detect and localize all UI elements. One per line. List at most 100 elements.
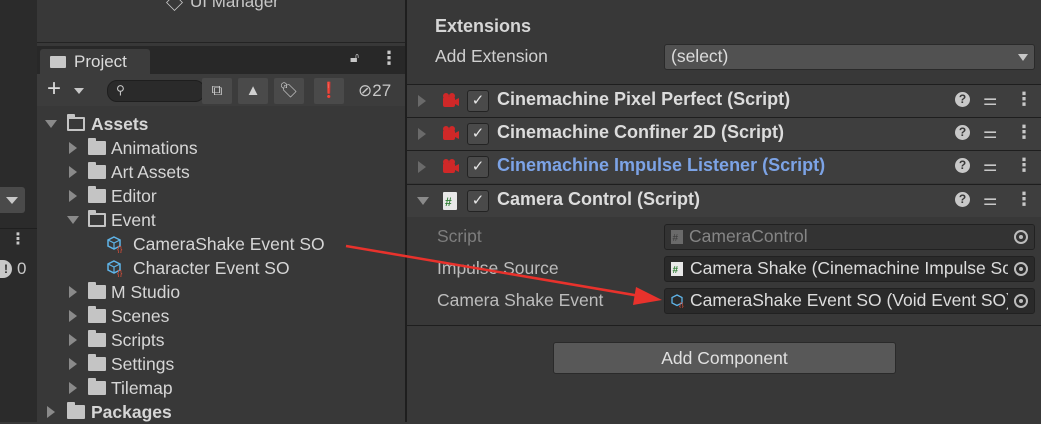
kebab-menu-icon[interactable]: ⋮ (10, 232, 26, 248)
svg-text:#: # (673, 265, 679, 276)
help-icon[interactable]: ? (955, 125, 970, 140)
lock-icon[interactable]: 🔓︎ (350, 49, 359, 66)
warning-filter-icon[interactable]: ❗ (314, 78, 344, 104)
object-picker-icon[interactable] (1008, 257, 1034, 281)
script-value: CameraControl (689, 226, 808, 246)
left-edge-panel: ⋮ ! 0 (0, 0, 37, 422)
component-title: Cinemachine Confiner 2D (Script) (497, 122, 785, 142)
collapse-arrow-icon[interactable] (69, 286, 77, 298)
component-header-confiner-2d[interactable]: ✓ Cinemachine Confiner 2D (Script) ? ⚌ ⋮ (407, 117, 1041, 150)
folder-icon (88, 162, 106, 179)
collapse-arrow-icon[interactable] (69, 334, 77, 346)
enabled-checkbox[interactable]: ✓ (467, 190, 489, 212)
divider (407, 325, 1041, 326)
hierarchy-item-ui-manager[interactable]: UI Manager (166, 0, 279, 12)
collapse-arrow-icon[interactable] (69, 382, 77, 394)
folder-icon (88, 138, 106, 155)
impulse-source-value: Camera Shake (Cinemachine Impulse Source… (690, 258, 1035, 278)
impulse-source-field[interactable]: # Camera Shake (Cinemachine Impulse Sour… (664, 256, 1035, 282)
collapse-arrow-icon[interactable] (69, 310, 77, 322)
dropdown-button[interactable] (0, 187, 25, 213)
component-title: Cinemachine Pixel Perfect (Script) (497, 89, 791, 109)
foldout-arrow-icon[interactable] (418, 128, 426, 140)
expand-arrow-icon[interactable] (67, 216, 79, 224)
script-label: Script (437, 226, 482, 246)
script-field: # CameraControl (664, 224, 1035, 250)
kebab-menu-icon[interactable]: ⋮ (380, 48, 398, 69)
folder-icon (88, 282, 106, 299)
component-header-impulse-listener[interactable]: ✓ Cinemachine Impulse Listener (Script) … (407, 150, 1041, 183)
kebab-menu-icon[interactable]: ⋮ (1015, 122, 1033, 143)
component-title: Cinemachine Impulse Listener (Script) (497, 155, 826, 175)
collapse-arrow-icon[interactable] (69, 358, 77, 370)
impulse-source-label: Impulse Source (437, 258, 559, 278)
hierarchy-panel: UI Manager (37, 0, 405, 43)
chevron-down-icon (1018, 54, 1028, 61)
tab-label: Project (74, 52, 127, 71)
cinemachine-camera-icon (443, 126, 459, 140)
gameobject-cube-icon (166, 0, 183, 12)
cinemachine-camera-icon (443, 93, 459, 107)
scriptable-object-icon: {} (107, 260, 123, 277)
folder-open-icon (88, 210, 106, 227)
scriptable-object-icon: {} (671, 294, 684, 308)
collapse-arrow-icon[interactable] (69, 166, 77, 178)
expand-arrow-icon[interactable] (45, 120, 57, 128)
kebab-menu-icon[interactable]: ⋮ (1015, 89, 1033, 110)
collapse-arrow-icon[interactable] (69, 142, 77, 154)
presets-icon[interactable]: ⚌ (983, 123, 997, 143)
help-icon[interactable]: ? (955, 92, 970, 107)
svg-text:#: # (445, 195, 452, 209)
folder-open-icon (67, 114, 85, 131)
presets-icon[interactable]: ⚌ (983, 156, 997, 176)
kebab-menu-icon[interactable]: ⋮ (1015, 189, 1033, 210)
cinemachine-camera-icon (443, 159, 459, 173)
component-header-pixel-perfect[interactable]: ✓ Cinemachine Pixel Perfect (Script) ? ⚌… (407, 84, 1041, 117)
csharp-script-icon: # (671, 230, 683, 244)
filter-by-label-icon[interactable]: 🏷︎ (274, 78, 304, 104)
search-by-type-button[interactable]: ⧉ (202, 78, 232, 104)
foldout-arrow-icon[interactable] (418, 161, 426, 173)
chevron-down-icon (74, 88, 84, 94)
extensions-heading: Extensions (435, 16, 532, 36)
presets-icon[interactable]: ⚌ (983, 190, 997, 210)
folder-icon (88, 378, 106, 395)
presets-icon[interactable]: ⚌ (983, 90, 997, 110)
camera-shake-event-field[interactable]: {} CameraShake Event SO (Void Event SO) (664, 288, 1035, 314)
help-icon[interactable]: ? (955, 158, 970, 173)
svg-text:{}: {} (679, 303, 684, 308)
create-add-button[interactable]: + (47, 77, 89, 102)
add-component-button[interactable]: Add Component (553, 342, 896, 374)
filter-by-type-icon[interactable]: ▲ (238, 78, 268, 104)
search-icon: ⚲ (116, 83, 125, 97)
warning-icon: ! (0, 260, 12, 278)
folder-icon (67, 402, 85, 419)
component-header-camera-control[interactable]: # ✓ Camera Control (Script) ? ⚌ ⋮ (407, 184, 1041, 217)
camera-shake-event-value: CameraShake Event SO (Void Event SO) (690, 290, 1012, 310)
tab-project[interactable]: Project (40, 49, 150, 74)
foldout-arrow-icon[interactable] (418, 95, 426, 107)
object-picker-icon[interactable] (1008, 289, 1034, 313)
csharp-script-icon: # (443, 192, 457, 210)
object-picker-icon (1008, 225, 1034, 249)
folder-icon (88, 306, 106, 323)
kebab-menu-icon[interactable]: ⋮ (1015, 155, 1033, 176)
collapse-arrow-icon[interactable] (47, 406, 55, 418)
hidden-count: 27 (372, 81, 392, 100)
csharp-script-icon: # (671, 262, 683, 276)
help-icon[interactable]: ? (955, 192, 970, 207)
collapse-arrow-icon[interactable] (69, 190, 77, 202)
camera-shake-event-label: Camera Shake Event (437, 290, 604, 310)
folder-icon (88, 186, 106, 203)
dropdown-value: (select) (671, 46, 729, 66)
project-tree: Assets Animations Art Assets Editor Even… (37, 106, 405, 422)
add-extension-label: Add Extension (435, 46, 548, 66)
search-input[interactable]: ⚲ (107, 80, 205, 102)
svg-text:{}: {} (117, 245, 123, 253)
enabled-checkbox[interactable]: ✓ (467, 123, 489, 145)
hidden-packages-toggle[interactable]: ⊘27 (358, 78, 391, 104)
add-extension-dropdown[interactable]: (select) (664, 44, 1035, 70)
foldout-arrow-icon[interactable] (417, 197, 429, 205)
enabled-checkbox[interactable]: ✓ (467, 156, 489, 178)
enabled-checkbox[interactable]: ✓ (467, 90, 489, 112)
